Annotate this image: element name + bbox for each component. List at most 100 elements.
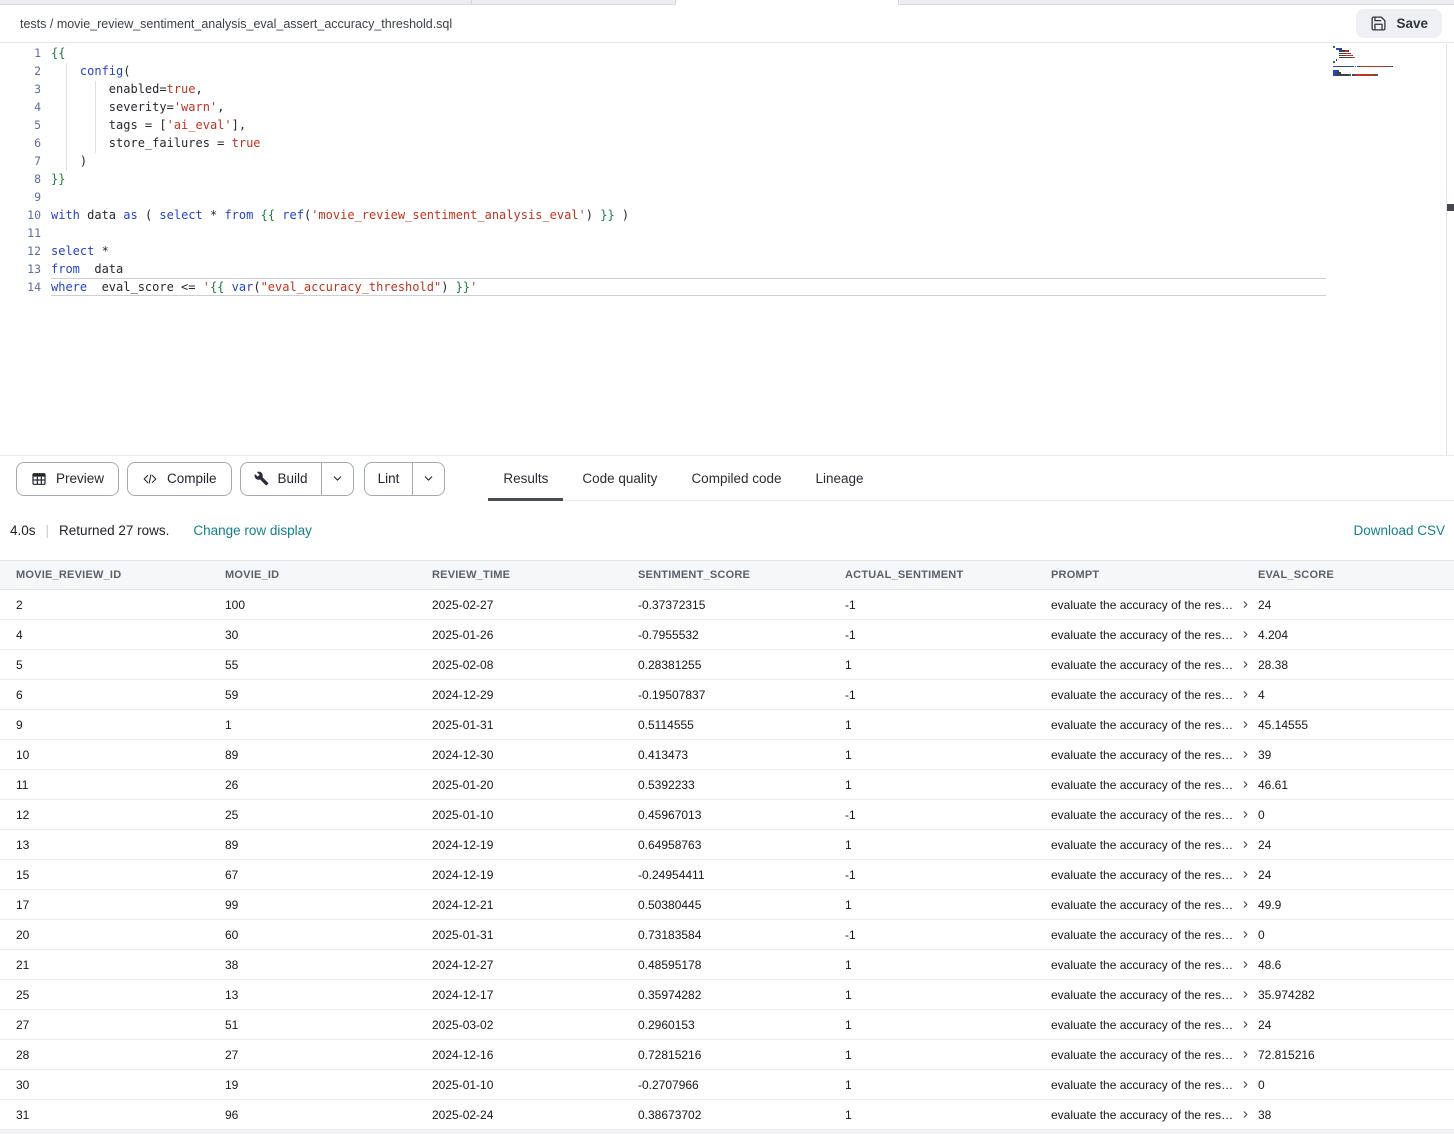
code-line[interactable]: 12select * bbox=[0, 242, 1454, 260]
cell-movie_review_id: 28 bbox=[16, 1048, 225, 1062]
line-number: 5 bbox=[0, 116, 41, 134]
cell-review_time: 2025-02-27 bbox=[432, 598, 638, 612]
cell-eval_score: 24 bbox=[1258, 1018, 1454, 1032]
code-line[interactable]: 4 severity='warn', bbox=[0, 98, 1454, 116]
cell-movie_id: 59 bbox=[225, 688, 432, 702]
tab-code-quality[interactable]: Code quality bbox=[582, 456, 657, 500]
code-line-text: store_failures = true bbox=[51, 134, 1326, 152]
code-line[interactable]: 5 tags = ['ai_eval'], bbox=[0, 116, 1454, 134]
prompt-text: evaluate the accuracy of the res… bbox=[1051, 628, 1233, 642]
code-line[interactable]: 7 ) bbox=[0, 152, 1454, 170]
code-line[interactable]: 3 enabled=true, bbox=[0, 80, 1454, 98]
preview-button[interactable]: Preview bbox=[16, 462, 119, 496]
expand-prompt-icon[interactable] bbox=[1240, 599, 1251, 610]
prompt-text: evaluate the accuracy of the res… bbox=[1051, 928, 1233, 942]
cell-actual_sentiment: -1 bbox=[845, 598, 1051, 612]
cell-eval_score: 0 bbox=[1258, 1078, 1454, 1092]
table-row: 5552025-02-080.283812551evaluate the acc… bbox=[0, 650, 1454, 680]
results-table-body: 21002025-02-27-0.37372315-1evaluate the … bbox=[0, 590, 1454, 1130]
cell-sentiment_score: 0.5114555 bbox=[638, 718, 845, 732]
cell-sentiment_score: -0.37372315 bbox=[638, 598, 845, 612]
cell-eval_score: 0 bbox=[1258, 928, 1454, 942]
editor-minimap[interactable] bbox=[1333, 46, 1403, 77]
save-button[interactable]: Save bbox=[1356, 9, 1442, 38]
code-line[interactable]: 13from data bbox=[0, 260, 1454, 278]
cell-movie_id: 13 bbox=[225, 988, 432, 1002]
compile-button[interactable]: Compile bbox=[127, 462, 232, 496]
cell-sentiment_score: -0.2707966 bbox=[638, 1078, 845, 1092]
expand-prompt-icon[interactable] bbox=[1240, 839, 1251, 850]
cell-sentiment_score: 0.28381255 bbox=[638, 658, 845, 672]
editor-scrollbar-handle[interactable] bbox=[1447, 204, 1454, 211]
column-header-eval_score: EVAL_SCORE bbox=[1258, 569, 1454, 581]
cell-actual_sentiment: 1 bbox=[845, 1048, 1051, 1062]
cell-sentiment_score: 0.2960153 bbox=[638, 1018, 845, 1032]
expand-prompt-icon[interactable] bbox=[1240, 659, 1251, 670]
cell-review_time: 2024-12-17 bbox=[432, 988, 638, 1002]
build-button[interactable]: Build bbox=[241, 463, 321, 495]
cell-prompt: evaluate the accuracy of the res… bbox=[1051, 1108, 1258, 1122]
cell-actual_sentiment: 1 bbox=[845, 778, 1051, 792]
cell-eval_score: 39 bbox=[1258, 748, 1454, 762]
expand-prompt-icon[interactable] bbox=[1240, 1049, 1251, 1060]
code-line[interactable]: 14where eval_score <= '{{ var("eval_accu… bbox=[0, 278, 1454, 296]
code-icon bbox=[142, 472, 158, 486]
cell-actual_sentiment: -1 bbox=[845, 868, 1051, 882]
lint-button[interactable]: Lint bbox=[365, 463, 413, 495]
cell-eval_score: 45.14555 bbox=[1258, 718, 1454, 732]
expand-prompt-icon[interactable] bbox=[1240, 989, 1251, 1000]
cell-prompt: evaluate the accuracy of the res… bbox=[1051, 718, 1258, 732]
expand-prompt-icon[interactable] bbox=[1240, 689, 1251, 700]
tab-results[interactable]: Results bbox=[503, 456, 548, 500]
cell-review_time: 2024-12-19 bbox=[432, 868, 638, 882]
expand-prompt-icon[interactable] bbox=[1240, 629, 1251, 640]
tab-lineage[interactable]: Lineage bbox=[816, 456, 864, 500]
change-row-display-link[interactable]: Change row display bbox=[193, 523, 312, 538]
code-line[interactable]: 6 store_failures = true bbox=[0, 134, 1454, 152]
cell-review_time: 2025-01-10 bbox=[432, 808, 638, 822]
cell-movie_review_id: 27 bbox=[16, 1018, 225, 1032]
code-line[interactable]: 1{{ bbox=[0, 44, 1454, 62]
build-dropdown-button[interactable] bbox=[321, 463, 353, 495]
cell-prompt: evaluate the accuracy of the res… bbox=[1051, 838, 1258, 852]
expand-prompt-icon[interactable] bbox=[1240, 779, 1251, 790]
cell-movie_review_id: 20 bbox=[16, 928, 225, 942]
sql-code-editor[interactable]: 1{{2 config(3 enabled=true,4 severity='w… bbox=[0, 44, 1454, 455]
cell-review_time: 2025-01-26 bbox=[432, 628, 638, 642]
lint-dropdown-button[interactable] bbox=[412, 463, 444, 495]
expand-prompt-icon[interactable] bbox=[1240, 719, 1251, 730]
cell-movie_id: 96 bbox=[225, 1108, 432, 1122]
prompt-text: evaluate the accuracy of the res… bbox=[1051, 688, 1233, 702]
cell-review_time: 2025-02-08 bbox=[432, 658, 638, 672]
cell-eval_score: 28.38 bbox=[1258, 658, 1454, 672]
code-line[interactable]: 2 config( bbox=[0, 62, 1454, 80]
cell-review_time: 2025-01-20 bbox=[432, 778, 638, 792]
cell-eval_score: 24 bbox=[1258, 598, 1454, 612]
cell-movie_review_id: 10 bbox=[16, 748, 225, 762]
expand-prompt-icon[interactable] bbox=[1240, 959, 1251, 970]
cell-eval_score: 4 bbox=[1258, 688, 1454, 702]
code-line-text bbox=[51, 224, 1326, 242]
cell-review_time: 2025-03-02 bbox=[432, 1018, 638, 1032]
editor-scrollbar-track bbox=[1446, 44, 1447, 455]
expand-prompt-icon[interactable] bbox=[1240, 1019, 1251, 1030]
expand-prompt-icon[interactable] bbox=[1240, 809, 1251, 820]
cell-prompt: evaluate the accuracy of the res… bbox=[1051, 628, 1258, 642]
expand-prompt-icon[interactable] bbox=[1240, 899, 1251, 910]
code-line[interactable]: 8}} bbox=[0, 170, 1454, 188]
cell-sentiment_score: -0.7955532 bbox=[638, 628, 845, 642]
code-line[interactable]: 10with data as ( select * from {{ ref('m… bbox=[0, 206, 1454, 224]
download-csv-link[interactable]: Download CSV bbox=[1353, 523, 1445, 538]
expand-prompt-icon[interactable] bbox=[1240, 749, 1251, 760]
line-number: 6 bbox=[0, 134, 41, 152]
expand-prompt-icon[interactable] bbox=[1240, 1109, 1251, 1120]
returned-rows-text: Returned 27 rows. bbox=[59, 523, 169, 538]
expand-prompt-icon[interactable] bbox=[1240, 929, 1251, 940]
code-line[interactable]: 11 bbox=[0, 224, 1454, 242]
code-line[interactable]: 9 bbox=[0, 188, 1454, 206]
cell-actual_sentiment: -1 bbox=[845, 688, 1051, 702]
tab-compiled-code[interactable]: Compiled code bbox=[691, 456, 781, 500]
cell-eval_score: 72.815216 bbox=[1258, 1048, 1454, 1062]
expand-prompt-icon[interactable] bbox=[1240, 1079, 1251, 1090]
expand-prompt-icon[interactable] bbox=[1240, 869, 1251, 880]
